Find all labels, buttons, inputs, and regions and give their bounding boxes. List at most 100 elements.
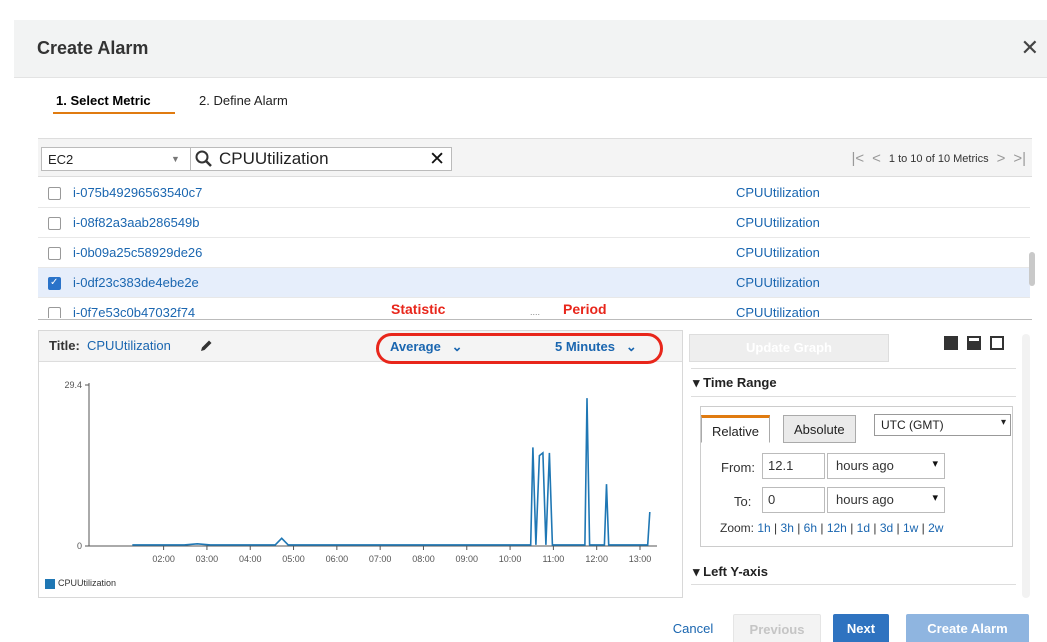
metric-name[interactable]: CPUUtilization xyxy=(736,275,820,290)
graph-options-panel: Update Graph ▾ Time Range Relative Absol… xyxy=(689,330,1030,598)
zoom-2w[interactable]: 2w xyxy=(928,521,943,535)
zoom-3h[interactable]: 3h xyxy=(781,521,794,535)
pencil-icon[interactable] xyxy=(199,339,213,353)
namespace-select[interactable]: EC2 xyxy=(41,147,192,171)
zoom-1w[interactable]: 1w xyxy=(903,521,918,535)
close-icon[interactable]: ✕ xyxy=(1021,35,1039,61)
to-unit-value: hours ago xyxy=(836,492,894,507)
row-checkbox[interactable] xyxy=(48,247,61,260)
tab-absolute[interactable]: Absolute xyxy=(783,415,856,443)
select-arrow-icon: ▾ xyxy=(932,492,938,504)
caret-down-icon: ▾ xyxy=(693,564,700,579)
create-alarm-button[interactable]: Create Alarm xyxy=(906,614,1029,642)
table-row[interactable]: i-08f82a3aab286549b CPUUtilization xyxy=(38,208,1030,238)
layout-half-icon[interactable] xyxy=(967,336,981,350)
namespace-value: EC2 xyxy=(48,152,74,167)
row-checkbox[interactable] xyxy=(48,217,61,230)
search-icon xyxy=(195,150,212,167)
statistic-annotation: Statistic xyxy=(391,301,446,317)
time-range-header[interactable]: ▾ Time Range xyxy=(693,375,777,391)
to-label: To: xyxy=(734,494,752,509)
next-button[interactable]: Next xyxy=(833,614,889,642)
x-tick-label: 06:00 xyxy=(326,554,349,564)
row-checkbox[interactable] xyxy=(48,187,61,200)
zoom-row: Zoom: 1h | 3h | 6h | 12h | 1d | 3d | 1w … xyxy=(720,521,944,535)
graph-title-label: Title: xyxy=(49,338,80,353)
instance-id[interactable]: i-0b09a25c58929de26 xyxy=(73,245,202,260)
metric-search-input[interactable]: CPUUtilization ✕ xyxy=(190,147,452,171)
zoom-12h[interactable]: 12h xyxy=(827,521,847,535)
x-tick-label: 09:00 xyxy=(456,554,479,564)
metric-name[interactable]: CPUUtilization xyxy=(736,305,820,318)
metric-name[interactable]: CPUUtilization xyxy=(736,245,820,260)
search-value: CPUUtilization xyxy=(219,149,329,168)
separator xyxy=(691,584,1016,585)
timezone-value: UTC (GMT) xyxy=(881,418,944,432)
dropdown-caret-icon[interactable]: ▼ xyxy=(171,154,180,164)
from-unit-select[interactable]: hours ago ▾ xyxy=(827,453,945,479)
x-tick-label: 02:00 xyxy=(152,554,175,564)
cancel-button[interactable]: Cancel xyxy=(668,614,718,642)
graph-title-value[interactable]: CPUUtilization xyxy=(87,338,171,353)
table-row[interactable]: i-0b09a25c58929de26 CPUUtilization xyxy=(38,238,1030,268)
from-input[interactable]: 12.1 xyxy=(762,453,825,479)
list-scrollbar[interactable] xyxy=(1029,252,1035,286)
prev-page-icon[interactable]: < xyxy=(872,150,881,167)
previous-button[interactable]: Previous xyxy=(733,614,821,642)
graph-panel: Title: CPUUtilization Average ⌄ 5 Minute… xyxy=(38,330,683,598)
from-label: From: xyxy=(721,460,755,475)
select-arrow-icon: ▾ xyxy=(932,458,938,470)
zoom-1d[interactable]: 1d xyxy=(857,521,870,535)
to-unit-select[interactable]: hours ago ▾ xyxy=(827,487,945,513)
from-unit-value: hours ago xyxy=(836,458,894,473)
first-page-icon[interactable]: |< xyxy=(851,150,864,167)
instance-id[interactable]: i-08f82a3aab286549b xyxy=(73,215,200,230)
x-tick-label: 11:00 xyxy=(542,554,564,564)
instance-id[interactable]: i-0f7e53c0b47032f74 xyxy=(73,305,195,318)
x-tick-label: 05:00 xyxy=(282,554,305,564)
zoom-6h[interactable]: 6h xyxy=(804,521,817,535)
tab-relative[interactable]: Relative xyxy=(701,415,770,443)
zoom-3d[interactable]: 3d xyxy=(880,521,893,535)
update-graph-button[interactable]: Update Graph xyxy=(689,334,889,362)
row-checkbox-checked[interactable] xyxy=(48,277,61,290)
y-tick-label: 0 xyxy=(77,541,82,551)
metric-list: i-075b49296563540c7 CPUUtilization i-08f… xyxy=(38,178,1032,318)
pager-text: 1 to 10 of 10 Metrics xyxy=(888,152,989,165)
select-arrow-icon: ▾ xyxy=(1000,417,1006,428)
last-page-icon[interactable]: >| xyxy=(1013,150,1026,167)
instance-id[interactable]: i-0df23c383de4ebe2e xyxy=(73,275,199,290)
time-range-box: Relative Absolute UTC (GMT) ▾ From: 12.1… xyxy=(700,406,1013,547)
x-tick-label: 08:00 xyxy=(412,554,435,564)
step-define-alarm[interactable]: 2. Define Alarm xyxy=(199,93,288,108)
caret-down-icon: ▾ xyxy=(693,375,700,390)
split-divider[interactable] xyxy=(38,319,1032,320)
x-tick-label: 03:00 xyxy=(196,554,219,564)
table-row-selected[interactable]: i-0df23c383de4ebe2e CPUUtilization xyxy=(38,268,1030,298)
left-y-axis-label: Left Y-axis xyxy=(703,564,768,579)
x-tick-label: 12:00 xyxy=(585,554,608,564)
instance-id[interactable]: i-075b49296563540c7 xyxy=(73,185,202,200)
metric-name[interactable]: CPUUtilization xyxy=(736,215,820,230)
layout-full-icon[interactable] xyxy=(944,336,958,350)
y-tick-label: 29.4 xyxy=(64,380,82,390)
layout-empty-icon[interactable] xyxy=(990,336,1004,350)
table-row[interactable]: i-075b49296563540c7 CPUUtilization xyxy=(38,178,1030,208)
x-tick-label: 04:00 xyxy=(239,554,262,564)
row-checkbox[interactable] xyxy=(48,307,61,318)
highlight-oval xyxy=(376,333,663,364)
zoom-1h[interactable]: 1h xyxy=(757,521,770,535)
timezone-select[interactable]: UTC (GMT) ▾ xyxy=(874,414,1011,436)
left-y-axis-header[interactable]: ▾ Left Y-axis xyxy=(693,564,768,580)
zoom-label: Zoom: xyxy=(720,521,755,535)
period-annotation: Period xyxy=(563,301,607,317)
panel-scrollbar[interactable] xyxy=(1022,334,1030,598)
metric-toolbar: EC2 ▼ CPUUtilization ✕ |< < 1 to 10 of 1… xyxy=(38,138,1032,177)
metric-name[interactable]: CPUUtilization xyxy=(736,185,820,200)
time-range-label: Time Range xyxy=(703,375,777,390)
step-select-metric[interactable]: 1. Select Metric xyxy=(53,93,175,114)
to-input[interactable]: 0 xyxy=(762,487,825,513)
separator xyxy=(691,396,1016,397)
clear-search-icon[interactable]: ✕ xyxy=(429,148,445,171)
next-page-icon[interactable]: > xyxy=(997,150,1006,167)
